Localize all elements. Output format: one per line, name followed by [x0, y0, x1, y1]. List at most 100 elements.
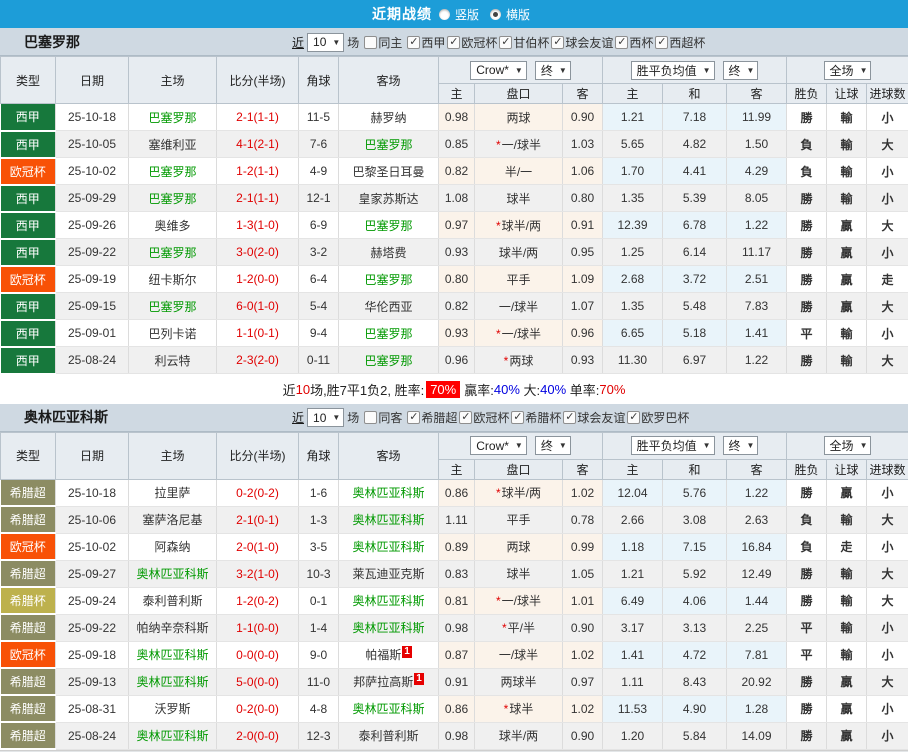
competition-checkbox[interactable] [511, 411, 524, 424]
avg-final-select[interactable]: 终▼ [723, 61, 759, 80]
cell-handicap-result: 輸 [827, 614, 867, 641]
match-row: 希腊超25-10-18拉里萨0-2(0-2)1-6奥林匹亚科斯0.86*球半/两… [1, 479, 908, 506]
cell-home-team: 巴塞罗那 [129, 158, 217, 185]
odds-company-select[interactable]: Crow*▼ [470, 61, 527, 80]
cell-avg-draw: 6.97 [663, 347, 727, 374]
cell-away-odds: 1.02 [563, 695, 603, 722]
cell-away-team: 巴塞罗那 [339, 320, 439, 347]
cell-win-result: 平 [787, 614, 827, 641]
dropdown-arrow-icon: ▼ [747, 441, 755, 450]
cell-home-team: 奥林匹亚科斯 [129, 668, 217, 695]
cell-avg-away: 4.29 [727, 158, 787, 185]
cell-date: 25-10-02 [56, 533, 129, 560]
cell-home-team: 奥林匹亚科斯 [129, 641, 217, 668]
cell-away-odds: 0.90 [563, 614, 603, 641]
section-header: 奥林匹亚科斯 近 10▼ 场 同客 希腊超欧冠杯希腊杯球会友谊欧罗巴杯 [0, 404, 908, 432]
cell-avg-home: 1.20 [603, 722, 663, 749]
cell-goals-result: 小 [867, 185, 908, 212]
competition-checkbox[interactable] [447, 36, 460, 49]
cell-avg-home: 5.65 [603, 131, 663, 158]
summary-bar: 近10场,胜7平1负2, 胜率: 70% 贏率:40% 大:40% 单率:70% [0, 375, 908, 404]
competition-checkbox[interactable] [499, 36, 512, 49]
cell-date: 25-10-18 [56, 104, 129, 131]
cell-corners: 4-8 [299, 695, 339, 722]
competition-checkbox[interactable] [627, 411, 640, 424]
cell-away-team: 巴黎圣日耳曼 [339, 158, 439, 185]
big-rate-value: 40% [540, 382, 566, 397]
radio-vertical-label[interactable]: 竖版 [455, 6, 479, 23]
cell-away-odds: 0.90 [563, 104, 603, 131]
cell-score: 0-2(0-2) [217, 479, 299, 506]
col-header-type: 类型 [1, 57, 56, 104]
cell-score: 1-1(0-1) [217, 320, 299, 347]
radio-horizontal-layout[interactable] [490, 9, 501, 20]
competition-checkbox[interactable] [615, 36, 628, 49]
odds-final-select[interactable]: 终▼ [535, 61, 571, 80]
cell-handicap-result: 輸 [827, 560, 867, 587]
match-row: 西甲25-10-05塞维利亚4-1(2-1)7-6巴塞罗那0.85*一/球半1.… [1, 131, 908, 158]
cell-corners: 9-4 [299, 320, 339, 347]
cell-away-odds: 0.96 [563, 320, 603, 347]
cell-win-result: 勝 [787, 347, 827, 374]
cell-goals-result: 小 [867, 104, 908, 131]
cell-date: 25-09-27 [56, 560, 129, 587]
competition-checkbox[interactable] [563, 411, 576, 424]
competition-label: 球会友谊 [565, 34, 613, 51]
cell-away-odds: 1.01 [563, 587, 603, 614]
radio-vertical-layout[interactable] [439, 9, 450, 20]
competition-checkbox[interactable] [655, 36, 668, 49]
cell-handicap: 球半 [475, 185, 563, 212]
match-count-select[interactable]: 10▼ [307, 33, 344, 52]
cell-home-odds: 0.80 [439, 266, 475, 293]
scope-select[interactable]: 全场▼ [824, 61, 872, 80]
competition-checkbox[interactable] [459, 411, 472, 424]
odds-company-select[interactable]: Crow*▼ [470, 436, 527, 455]
avg-select[interactable]: 胜平负均值▼ [631, 61, 715, 80]
cell-avg-away: 7.83 [727, 293, 787, 320]
radio-horizontal-label[interactable]: 横版 [506, 6, 530, 23]
cell-away-odds: 0.90 [563, 722, 603, 749]
cell-corners: 10-3 [299, 560, 339, 587]
scope-select[interactable]: 全场▼ [824, 436, 872, 455]
cell-competition: 西甲 [1, 212, 56, 239]
match-count-select[interactable]: 10▼ [307, 408, 344, 427]
cell-handicap: 一/球半 [475, 293, 563, 320]
cell-avg-away: 2.51 [727, 266, 787, 293]
cell-handicap: 平手 [475, 266, 563, 293]
cell-avg-home: 2.66 [603, 506, 663, 533]
competition-checkbox[interactable] [407, 411, 420, 424]
subcol-result: 胜负 [787, 459, 827, 479]
sections-container: 巴塞罗那 近 10▼ 场 同主 西甲欧冠杯甘伯杯球会友谊西杯西超杯 类型 日期 [0, 28, 908, 752]
cell-handicap: 两球 [475, 533, 563, 560]
cell-handicap-result: 輸 [827, 185, 867, 212]
cell-goals-result: 小 [867, 320, 908, 347]
same-venue-checkbox[interactable] [364, 411, 377, 424]
avg-select[interactable]: 胜平负均值▼ [631, 436, 715, 455]
cell-corners: 3-2 [299, 239, 339, 266]
competition-checkbox[interactable] [551, 36, 564, 49]
cell-win-result: 負 [787, 131, 827, 158]
cell-home-odds: 0.86 [439, 479, 475, 506]
odds-final-select[interactable]: 终▼ [535, 436, 571, 455]
cell-away-team: 皇家苏斯达 [339, 185, 439, 212]
cell-avg-home: 1.18 [603, 533, 663, 560]
cell-score: 3-0(2-0) [217, 239, 299, 266]
cell-avg-home: 11.30 [603, 347, 663, 374]
cell-handicap: *一/球半 [475, 131, 563, 158]
competition-checkbox[interactable] [407, 36, 420, 49]
cell-handicap-result: 贏 [827, 212, 867, 239]
cell-away-team: 巴塞罗那 [339, 131, 439, 158]
cell-avg-home: 1.70 [603, 158, 663, 185]
match-row: 西甲25-08-24利云特2-3(2-0)0-11巴塞罗那0.96*两球0.93… [1, 347, 908, 374]
cell-handicap-result: 輸 [827, 158, 867, 185]
recent-link[interactable]: 近 [292, 34, 304, 51]
cell-handicap-result: 輸 [827, 347, 867, 374]
cell-home-odds: 0.98 [439, 722, 475, 749]
cell-competition: 希腊超 [1, 695, 56, 722]
col-header-home: 主场 [129, 432, 217, 479]
team-section: 奥林匹亚科斯 近 10▼ 场 同客 希腊超欧冠杯希腊杯球会友谊欧罗巴杯 类型 日… [0, 404, 908, 752]
same-venue-checkbox[interactable] [364, 36, 377, 49]
avg-final-select[interactable]: 终▼ [723, 436, 759, 455]
cell-date: 25-09-15 [56, 293, 129, 320]
recent-link[interactable]: 近 [292, 409, 304, 426]
